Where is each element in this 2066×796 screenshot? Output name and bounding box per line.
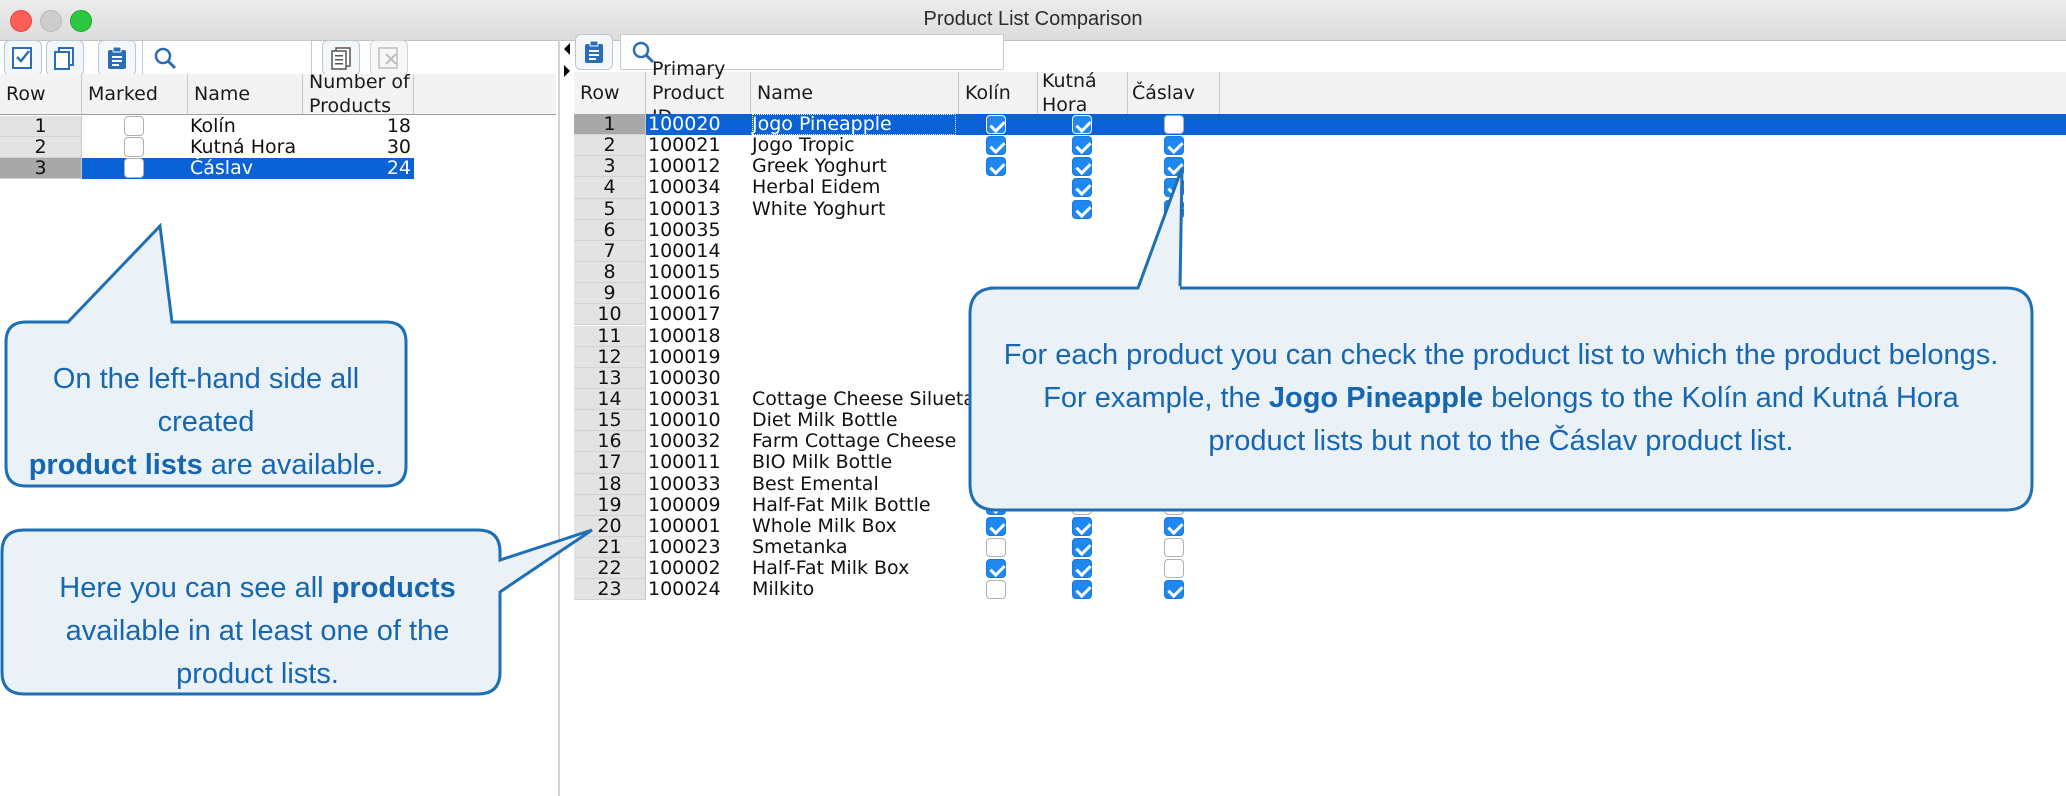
- callout-product-lists-text: On the left-hand side all created produc…: [10, 358, 402, 487]
- callout-text-pre: On the left-hand side all created: [52, 363, 360, 438]
- callout-text-bold: product lists: [28, 449, 203, 481]
- callout-text-post: are available.: [210, 449, 384, 481]
- callout-membership-text: For each product you can check the produ…: [1000, 334, 2002, 463]
- callout-text-post: available in at least one of the product…: [65, 615, 450, 690]
- callout-text-bold: products: [331, 572, 456, 604]
- callout-text-bold: Jogo Pineapple: [1268, 382, 1484, 414]
- callout-text-pre: Here you can see all: [59, 572, 324, 604]
- callout-products-text: Here you can see all products available …: [30, 567, 485, 696]
